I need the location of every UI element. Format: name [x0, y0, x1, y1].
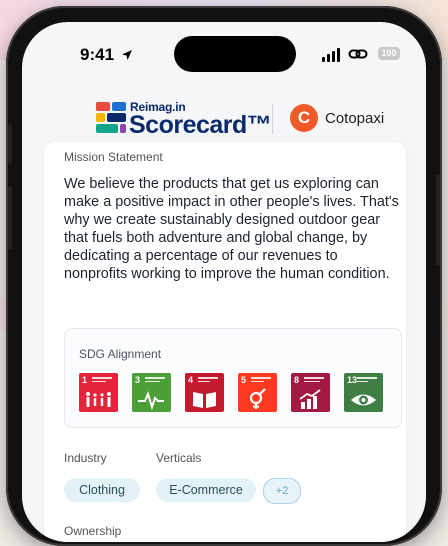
phone-frame: 9:41 100 Reimag.in Scorecard™ C Cotopaxi…	[6, 6, 442, 546]
vertical-tag[interactable]: E-Commerce	[156, 478, 256, 502]
brand-divider	[272, 104, 273, 134]
sdg-goal-tile[interactable]: 5	[238, 373, 277, 412]
sdg-goal-tile[interactable]: 3	[132, 373, 171, 412]
growth-chart-icon	[299, 389, 321, 409]
industry-tag[interactable]: Clothing	[64, 478, 140, 502]
cotopaxi-logo-icon: C	[290, 104, 318, 132]
mission-label: Mission Statement	[64, 150, 163, 164]
scorecard-card: Mission Statement We believe the product…	[44, 142, 406, 542]
mission-statement: We believe the products that get us expl…	[64, 176, 399, 282]
phone-side-button	[8, 124, 12, 164]
dynamic-island	[174, 36, 296, 72]
sdg-goal-tile[interactable]: 13	[344, 373, 383, 412]
partner-name: Cotopaxi	[325, 110, 385, 127]
phone-side-button	[8, 186, 12, 250]
sdg-title: SDG Alignment	[79, 347, 162, 361]
brand-header: Reimag.in Scorecard™ C Cotopaxi	[22, 96, 426, 146]
heartbeat-icon	[138, 391, 164, 410]
status-time: 9:41	[80, 45, 133, 65]
gender-icon	[249, 388, 266, 409]
sdg-goal-tile[interactable]: 4	[185, 373, 224, 412]
industry-label: Industry	[64, 451, 107, 465]
phone-side-button	[436, 174, 440, 266]
sdg-goal-tile[interactable]: 8	[291, 373, 330, 412]
verticals-label: Verticals	[156, 451, 202, 465]
phone-screen: 9:41 100 Reimag.in Scorecard™ C Cotopaxi…	[22, 22, 426, 542]
sdg-goal-tile[interactable]: 1	[79, 373, 118, 412]
scorecard-wordmark: Scorecard™	[129, 111, 272, 139]
location-arrow-icon	[121, 50, 132, 60]
link-icon	[348, 49, 368, 59]
family-icon	[86, 392, 111, 407]
battery-indicator: 100	[378, 47, 400, 60]
book-icon	[193, 392, 216, 408]
eye-globe-icon	[351, 394, 376, 406]
cellular-signal-icon	[322, 48, 342, 62]
reimagin-logo-icon	[96, 102, 128, 134]
status-bar: 9:41 100	[22, 22, 426, 78]
ownership-label: Ownership	[64, 524, 122, 538]
sdg-alignment-card: SDG Alignment 1 3 4 5 8 13	[64, 328, 402, 428]
more-verticals-button[interactable]: +2	[263, 478, 301, 504]
